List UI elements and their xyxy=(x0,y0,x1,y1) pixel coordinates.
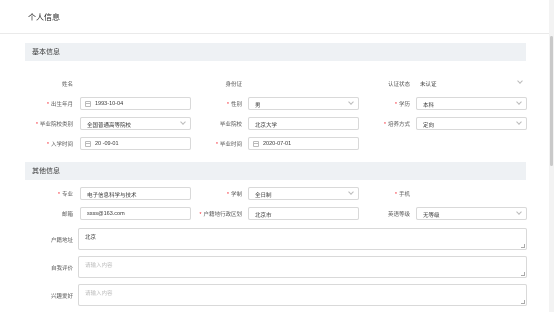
page-header: 个人信息 xyxy=(0,0,549,34)
chevron-down-icon xyxy=(516,99,522,105)
chevron-down-icon xyxy=(348,189,354,195)
auth-status-value: 未认证 xyxy=(420,82,437,88)
vertical-scrollbar[interactable] xyxy=(549,0,554,312)
major-input[interactable]: 电子信息科学与技术 xyxy=(80,187,191,200)
section-title-basic: 基本信息 xyxy=(32,49,60,56)
hukou-address-value: 北京 xyxy=(85,235,97,241)
training-mode-label: * 培养方式 xyxy=(383,122,410,128)
birth-date-label: * 出生年月 xyxy=(46,102,73,108)
training-mode-select[interactable]: 定向 xyxy=(416,117,527,130)
hobbies-placeholder: 请输入内容 xyxy=(85,291,113,297)
hukou-district-input[interactable]: 北京市 xyxy=(248,207,359,220)
study-system-select[interactable]: 全日制 xyxy=(248,187,359,200)
calendar-icon xyxy=(253,141,259,147)
resize-handle-icon[interactable] xyxy=(521,244,525,248)
page-title: 个人信息 xyxy=(28,13,60,22)
education-select[interactable]: 本科 xyxy=(416,97,527,110)
chevron-down-icon xyxy=(180,119,186,125)
english-level-label: 英语等级 xyxy=(387,212,410,218)
chevron-down-icon xyxy=(348,99,354,105)
graduate-school-input[interactable]: 北京大学 xyxy=(248,117,359,130)
scrollbar-thumb[interactable] xyxy=(550,36,553,166)
email-input[interactable]: ssss@163.com xyxy=(80,207,191,220)
id-card-label: 身份证 xyxy=(225,82,242,88)
auth-status-label: 认证状态 xyxy=(387,82,410,88)
email-label: 邮箱 xyxy=(61,212,73,218)
section-title-other: 其他信息 xyxy=(32,168,60,175)
resize-handle-icon[interactable] xyxy=(521,300,525,304)
self-eval-textarea[interactable]: 请输入内容 xyxy=(78,256,527,278)
birth-date-picker[interactable]: 1993-10-04 xyxy=(80,97,191,110)
major-value: 电子信息科学与技术 xyxy=(87,193,137,199)
self-eval-placeholder: 请输入内容 xyxy=(85,263,113,269)
name-label: 姓名 xyxy=(61,82,73,88)
self-eval-label: 自我评价 xyxy=(50,266,73,272)
graduate-date-value: 2020-07-01 xyxy=(263,141,292,147)
section-basic-info: 基本信息 xyxy=(25,43,526,61)
hobbies-label: 兴趣爱好 xyxy=(50,294,73,300)
email-value: ssss@163.com xyxy=(87,211,125,217)
birth-date-value: 1993-10-04 xyxy=(95,101,124,107)
phone-label: * 手机 xyxy=(394,192,410,198)
education-label: * 学历 xyxy=(394,102,410,108)
major-label: * 专业 xyxy=(57,192,73,198)
chevron-down-icon xyxy=(516,119,522,125)
graduate-date-picker[interactable]: 2020-07-01 xyxy=(248,137,359,150)
graduate-school-label: 毕业院校 xyxy=(219,122,242,128)
graduate-type-select[interactable]: 全国普通高等院校 xyxy=(80,117,191,130)
graduate-school-value: 北京大学 xyxy=(255,123,278,129)
english-level-value: 无等级 xyxy=(423,213,440,219)
education-value: 本科 xyxy=(423,103,435,109)
gender-select[interactable]: 男 xyxy=(248,97,359,110)
hukou-address-textarea[interactable]: 北京 xyxy=(78,228,527,250)
hukou-district-value: 北京市 xyxy=(255,213,272,219)
gender-value: 男 xyxy=(255,103,261,109)
auth-status-select[interactable]: 未认证 xyxy=(420,77,526,90)
gender-label: * 性别 xyxy=(226,102,242,108)
enroll-date-label: * 入学时间 xyxy=(46,142,73,148)
enroll-date-picker[interactable]: 20 -09-01 xyxy=(80,137,191,150)
graduate-date-label: * 毕业时间 xyxy=(215,142,242,148)
calendar-icon xyxy=(85,141,91,147)
calendar-icon xyxy=(85,101,91,107)
resize-handle-icon[interactable] xyxy=(521,272,525,276)
chevron-down-icon xyxy=(516,209,522,215)
training-mode-value: 定向 xyxy=(423,123,435,129)
graduate-type-value: 全国普通高等院校 xyxy=(87,123,132,129)
section-other-info: 其他信息 xyxy=(25,162,526,180)
graduate-type-label: * 毕业院校类别 xyxy=(35,122,73,128)
hukou-address-label: 户籍地址 xyxy=(50,238,73,244)
study-system-label: * 学制 xyxy=(226,192,242,198)
hukou-district-label: * 户籍地行政区划 xyxy=(199,212,242,218)
english-level-select[interactable]: 无等级 xyxy=(416,207,527,220)
study-system-value: 全日制 xyxy=(255,193,272,199)
chevron-down-icon xyxy=(517,78,523,84)
enroll-date-value: 20 -09-01 xyxy=(95,141,119,147)
hobbies-textarea[interactable]: 请输入内容 xyxy=(78,284,527,306)
